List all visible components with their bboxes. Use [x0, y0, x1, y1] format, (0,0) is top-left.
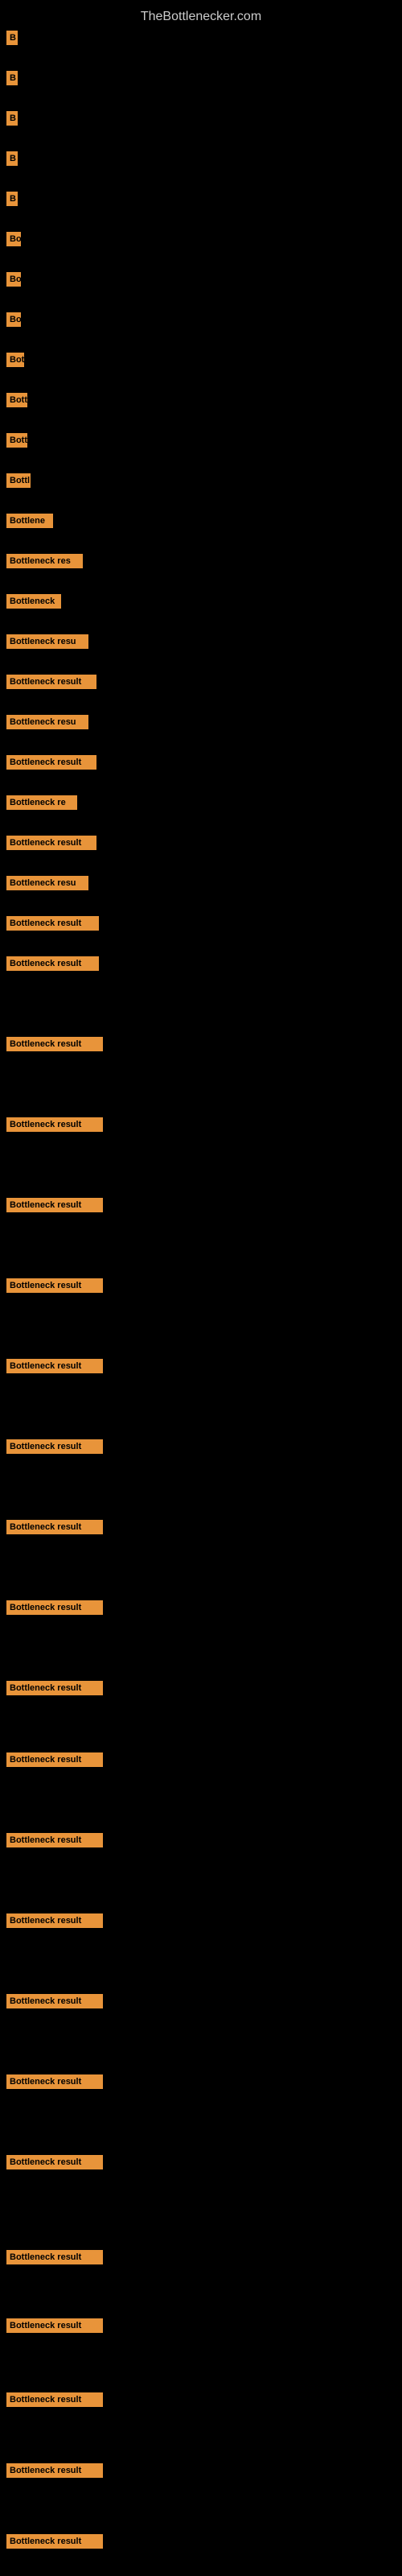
list-item: Bottleneck result [6, 916, 99, 935]
item-label: Bottleneck result [6, 2074, 103, 2089]
list-item: Bot [6, 353, 24, 371]
list-item: Bott [6, 433, 27, 452]
list-item: Bottleneck result [6, 836, 96, 854]
list-item: Bottleneck result [6, 2250, 103, 2268]
item-label: Bottleneck result [6, 1359, 103, 1373]
list-item: Bottleneck result [6, 1359, 103, 1377]
item-label: Bottlene [6, 514, 53, 528]
list-item: Bottleneck result [6, 755, 96, 774]
item-label: Bott [6, 433, 27, 448]
list-item: Bottleneck result [6, 1752, 103, 1771]
item-label: Bottleneck result [6, 1439, 103, 1454]
list-item: Bottleneck result [6, 1278, 103, 1297]
item-label: Bottl [6, 473, 31, 488]
list-item: Bottleneck resu [6, 715, 88, 733]
item-label: Bottleneck result [6, 1198, 103, 1212]
list-item: Bottleneck [6, 594, 61, 613]
list-item: Bottleneck resu [6, 876, 88, 894]
list-item: Bottleneck result [6, 1681, 103, 1699]
item-label: B [6, 151, 18, 166]
list-item: B [6, 151, 18, 170]
item-label: Bottleneck result [6, 755, 96, 770]
list-item: Bottleneck result [6, 1600, 103, 1619]
list-item: Bottleneck result [6, 1117, 103, 1136]
list-item: B [6, 192, 18, 210]
list-item: Bo [6, 272, 21, 291]
list-item: Bottleneck result [6, 956, 99, 975]
item-label: Bottleneck [6, 594, 61, 609]
item-label: B [6, 111, 18, 126]
list-item: Bottl [6, 473, 31, 492]
list-item: B [6, 31, 18, 49]
item-label: Bot [6, 353, 24, 367]
item-label: Bottleneck result [6, 675, 96, 689]
item-label: Bottleneck re [6, 795, 77, 810]
item-label: Bottleneck res [6, 554, 83, 568]
item-label: Bottleneck result [6, 2534, 103, 2549]
item-label: Bottleneck result [6, 2318, 103, 2333]
list-item: Bottleneck result [6, 2534, 103, 2553]
item-label: Bottleneck result [6, 2250, 103, 2264]
site-title: TheBottlenecker.com [141, 3, 261, 31]
item-label: Bottleneck result [6, 1600, 103, 1615]
list-item: Bottleneck result [6, 1994, 103, 2013]
item-label: B [6, 31, 18, 45]
item-label: Bo [6, 232, 21, 246]
list-item: Bottleneck result [6, 1833, 103, 1852]
item-label: Bottleneck resu [6, 634, 88, 649]
list-item: Bottlene [6, 514, 53, 532]
list-item: Bottleneck result [6, 1037, 103, 1055]
item-label: Bottleneck result [6, 1681, 103, 1695]
list-item: Bottleneck result [6, 675, 96, 693]
list-item: Bo [6, 312, 21, 331]
item-label: Bottleneck resu [6, 876, 88, 890]
list-item: B [6, 71, 18, 89]
item-label: Bottleneck result [6, 1037, 103, 1051]
list-item: Bo [6, 232, 21, 250]
item-label: Bottleneck result [6, 2463, 103, 2478]
list-item: Bottleneck res [6, 554, 83, 572]
list-item: Bottleneck result [6, 2318, 103, 2337]
list-item: Bott [6, 393, 27, 411]
item-label: Bottleneck result [6, 1278, 103, 1293]
item-label: Bottleneck result [6, 2392, 103, 2407]
item-label: Bottleneck result [6, 1752, 103, 1767]
item-label: Bottleneck result [6, 2155, 103, 2169]
list-item: Bottleneck result [6, 1913, 103, 1932]
list-item: Bottleneck result [6, 2155, 103, 2174]
list-item: B [6, 111, 18, 130]
item-label: Bottleneck result [6, 956, 99, 971]
item-label: Bott [6, 393, 27, 407]
list-item: Bottleneck resu [6, 634, 88, 653]
list-item: Bottleneck result [6, 2392, 103, 2411]
item-label: Bottleneck result [6, 1994, 103, 2008]
item-label: B [6, 192, 18, 206]
list-item: Bottleneck result [6, 2463, 103, 2482]
item-label: Bottleneck result [6, 1833, 103, 1847]
item-label: Bottleneck result [6, 1520, 103, 1534]
item-label: Bottleneck result [6, 1117, 103, 1132]
item-label: Bottleneck result [6, 1913, 103, 1928]
item-label: Bottleneck result [6, 836, 96, 850]
list-item: Bottleneck result [6, 2074, 103, 2093]
item-label: B [6, 71, 18, 85]
list-item: Bottleneck result [6, 1520, 103, 1538]
item-label: Bo [6, 272, 21, 287]
list-item: Bottleneck re [6, 795, 77, 814]
item-label: Bottleneck result [6, 916, 99, 931]
list-item: Bottleneck result [6, 1439, 103, 1458]
list-item: Bottleneck result [6, 1198, 103, 1216]
item-label: Bottleneck resu [6, 715, 88, 729]
item-label: Bo [6, 312, 21, 327]
